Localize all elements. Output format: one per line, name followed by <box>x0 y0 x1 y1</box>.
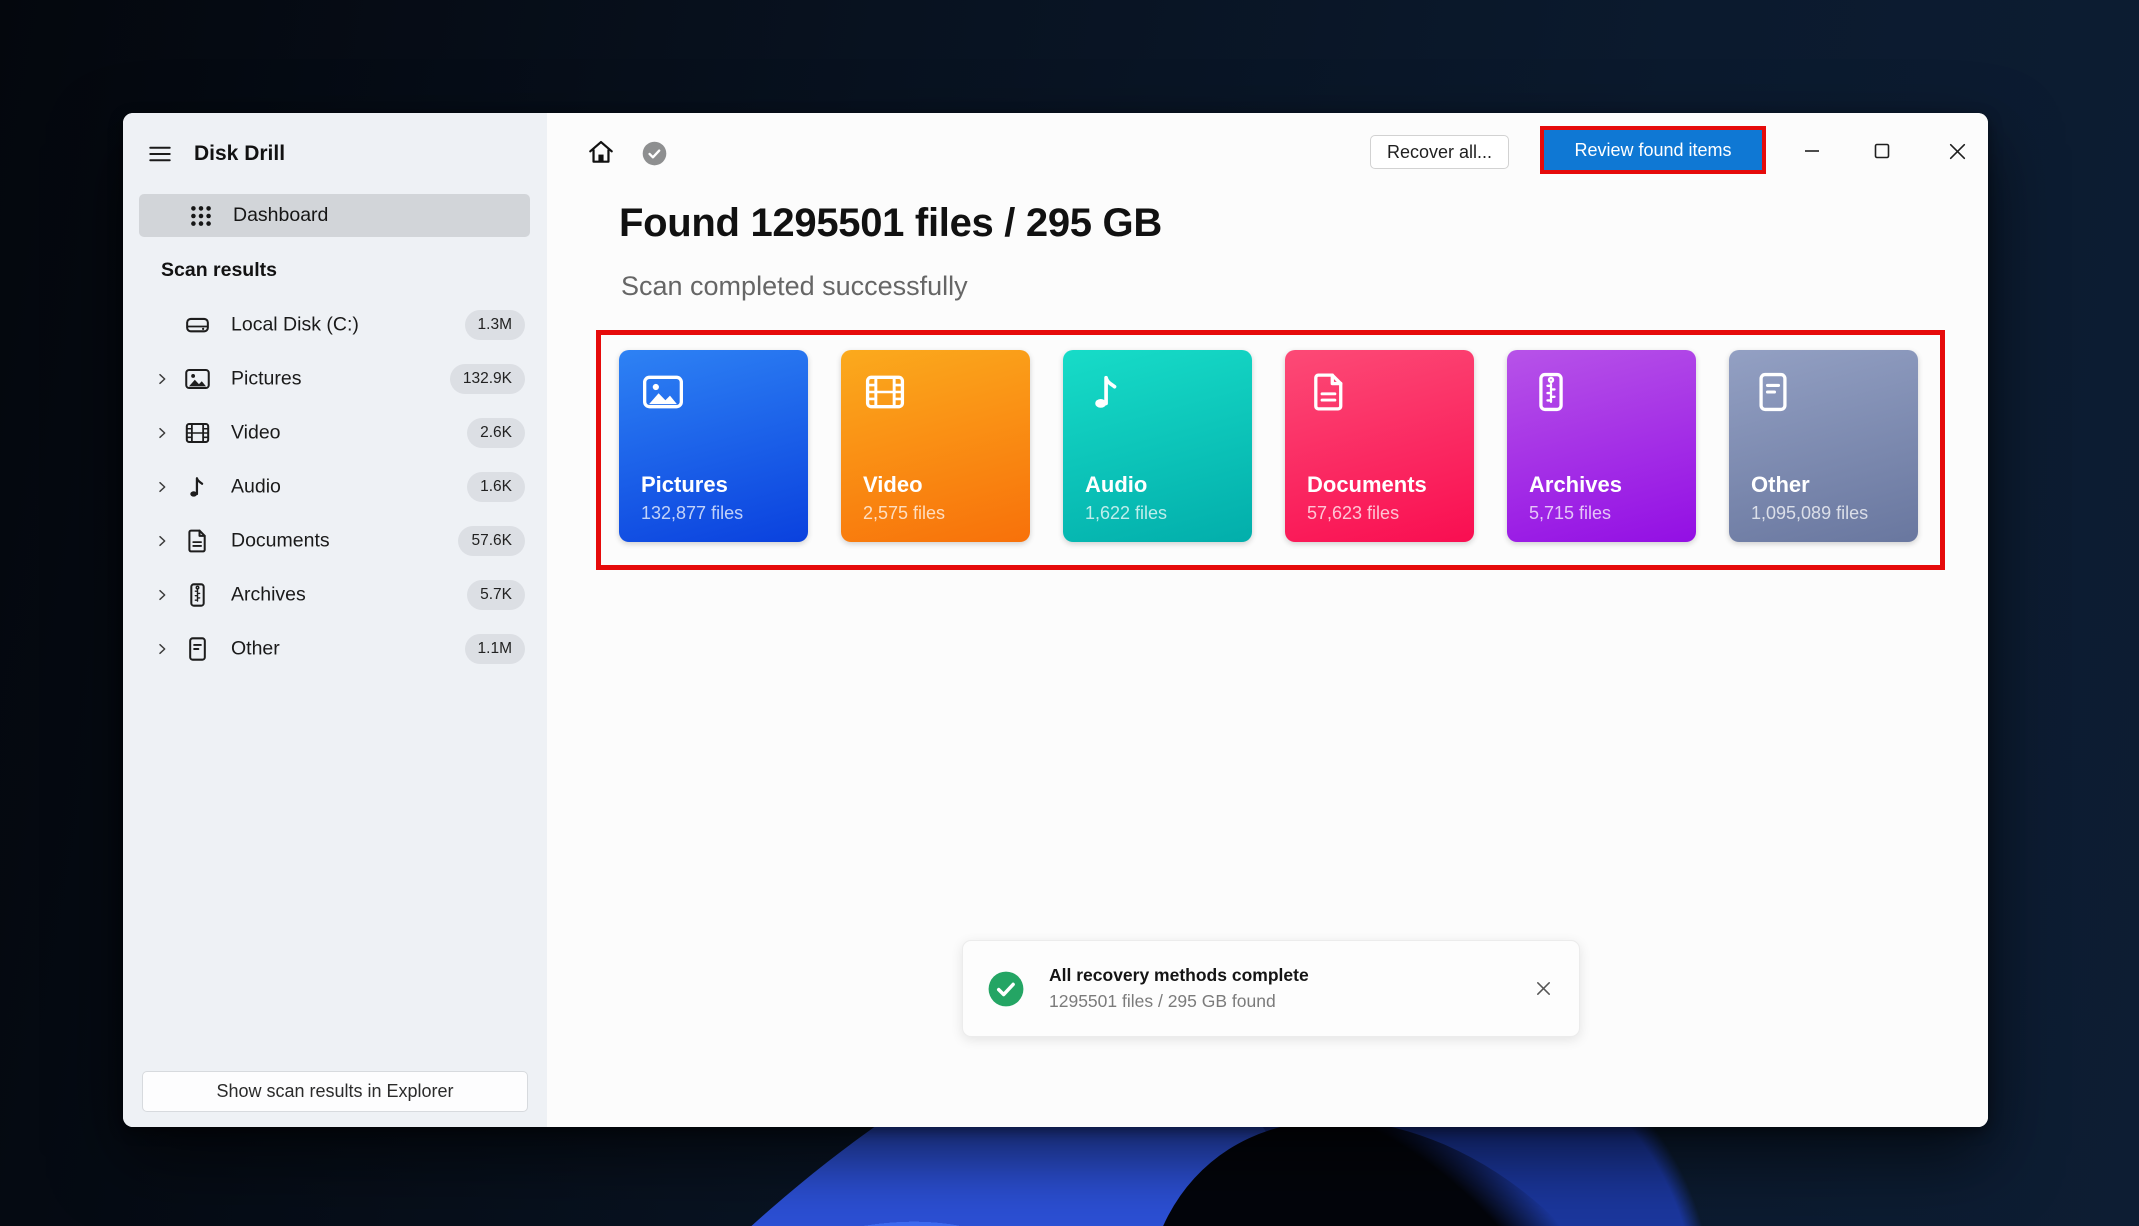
card-count: 1,622 files <box>1085 503 1168 523</box>
item-count-badge: 1.1M <box>464 634 525 664</box>
review-found-items-button[interactable]: Review found items <box>1544 130 1762 170</box>
item-count-badge: 57.6K <box>458 526 525 556</box>
sidebar-item-label: Archives <box>231 583 306 606</box>
file-icon <box>1751 370 1795 414</box>
sidebar-item-label: Other <box>231 637 280 660</box>
card-count: 2,575 files <box>863 503 946 523</box>
sidebar: Disk Drill Dashboard Scan results Local … <box>123 113 547 1127</box>
sidebar-item-label: Video <box>231 421 281 444</box>
card-label: Archives <box>1529 472 1622 497</box>
chevron-right-icon[interactable] <box>154 587 170 603</box>
card-label: Pictures <box>641 472 728 497</box>
chevron-right-icon[interactable] <box>154 425 170 441</box>
sidebar-item-documents[interactable]: Documents 57.6K <box>139 514 531 568</box>
item-count-badge: 132.9K <box>449 364 525 394</box>
card-label: Video <box>863 472 923 497</box>
toast-title: All recovery methods complete <box>1049 965 1309 985</box>
card-archives[interactable]: Archives 5,715 files <box>1507 350 1696 542</box>
recover-all-label: Recover all... <box>1386 141 1493 162</box>
video-icon <box>184 420 211 447</box>
show-in-explorer-button[interactable]: Show scan results in Explorer <box>142 1071 528 1112</box>
sidebar-item-other[interactable]: Other 1.1M <box>139 622 531 676</box>
card-count: 1,095,089 files <box>1751 503 1869 523</box>
hamburger-menu-button[interactable] <box>143 139 177 169</box>
disk-drill-window: Disk Drill Dashboard Scan results Local … <box>123 113 1988 1127</box>
card-count: 5,715 files <box>1529 503 1612 523</box>
item-count-badge: 5.7K <box>467 580 525 610</box>
hamburger-icon <box>149 146 171 162</box>
sidebar-item-pictures[interactable]: Pictures 132.9K <box>139 352 531 406</box>
sidebar-item-local-disk[interactable]: Local Disk (C:) 1.3M <box>139 298 531 352</box>
card-count: 132,877 files <box>641 503 744 523</box>
audio-icon <box>1085 370 1129 414</box>
chevron-right-icon[interactable] <box>154 533 170 549</box>
category-cards: Pictures 132,877 files Video 2,575 files… <box>619 350 1918 542</box>
recovery-complete-toast: All recovery methods complete 1295501 fi… <box>962 940 1580 1037</box>
item-count-badge: 1.6K <box>467 472 525 502</box>
card-audio[interactable]: Audio 1,622 files <box>1063 350 1252 542</box>
item-count-badge: 1.3M <box>464 310 525 340</box>
recover-all-button[interactable]: Recover all... <box>1370 135 1509 169</box>
pictures-icon <box>641 370 685 414</box>
sidebar-item-label: Pictures <box>231 367 302 390</box>
document-icon <box>1307 370 1351 414</box>
sidebar-item-label: Audio <box>231 475 281 498</box>
screen: Disk Drill Dashboard Scan results Local … <box>0 0 2139 1226</box>
home-icon <box>589 140 613 163</box>
show-in-explorer-label: Show scan results in Explorer <box>216 1081 454 1101</box>
sidebar-item-dashboard[interactable]: Dashboard <box>139 194 530 237</box>
app-title: Disk Drill <box>194 142 286 165</box>
review-found-items-label: Review found items <box>1574 139 1732 160</box>
home-button[interactable] <box>583 135 619 169</box>
sidebar-item-archives[interactable]: Archives 5.7K <box>139 568 531 622</box>
drive-icon <box>184 312 211 339</box>
chevron-right-icon[interactable] <box>154 641 170 657</box>
toast-check-circle <box>988 971 1024 1006</box>
scan-session-tab[interactable] <box>639 138 669 168</box>
minimize-button[interactable] <box>1790 133 1834 169</box>
sidebar-item-video[interactable]: Video 2.6K <box>139 406 531 460</box>
pictures-icon <box>184 366 211 393</box>
card-label: Documents <box>1307 472 1427 497</box>
page-title: Found 1295501 files / 295 GB <box>619 201 1162 245</box>
archive-icon <box>1529 370 1573 414</box>
main-content: Recover all... Review found items Found … <box>547 113 1988 1127</box>
maximize-button[interactable] <box>1860 133 1904 169</box>
audio-icon <box>184 474 211 501</box>
card-other[interactable]: Other 1,095,089 files <box>1729 350 1918 542</box>
minimize-icon <box>1805 150 1819 152</box>
card-label: Other <box>1751 472 1810 497</box>
dashboard-grid-icon <box>188 203 214 229</box>
chevron-right-icon[interactable] <box>154 371 170 387</box>
scan-results-heading: Scan results <box>161 259 277 281</box>
card-count: 57,623 files <box>1307 503 1400 523</box>
toast-close-button[interactable] <box>1525 971 1561 1007</box>
archive-icon <box>184 582 211 609</box>
close-icon <box>1949 143 1965 159</box>
annotation-review-button: Review found items <box>1540 126 1766 174</box>
close-button[interactable] <box>1935 133 1979 169</box>
card-label: Audio <box>1085 472 1148 497</box>
document-icon <box>184 528 211 555</box>
toast-close-icon <box>1536 982 1550 995</box>
page-subtitle: Scan completed successfully <box>621 271 968 301</box>
sidebar-item-label: Documents <box>231 529 330 552</box>
success-check-icon <box>987 970 1025 1008</box>
sidebar-item-audio[interactable]: Audio 1.6K <box>139 460 531 514</box>
video-icon <box>863 370 907 414</box>
dashboard-label: Dashboard <box>233 204 329 226</box>
maximize-icon <box>1874 143 1890 159</box>
item-count-badge: 2.6K <box>467 418 525 448</box>
chevron-right-icon[interactable] <box>154 479 170 495</box>
file-icon <box>184 636 211 663</box>
card-video[interactable]: Video 2,575 files <box>841 350 1030 542</box>
card-pictures[interactable]: Pictures 132,877 files <box>619 350 808 542</box>
sidebar-item-label: Local Disk (C:) <box>231 313 359 336</box>
scan-complete-icon <box>642 141 666 165</box>
scan-results-list: Local Disk (C:) 1.3M Pictures 132.9K Vid… <box>139 298 531 676</box>
toast-subtitle: 1295501 files / 295 GB found <box>1049 991 1276 1011</box>
card-documents[interactable]: Documents 57,623 files <box>1285 350 1474 542</box>
